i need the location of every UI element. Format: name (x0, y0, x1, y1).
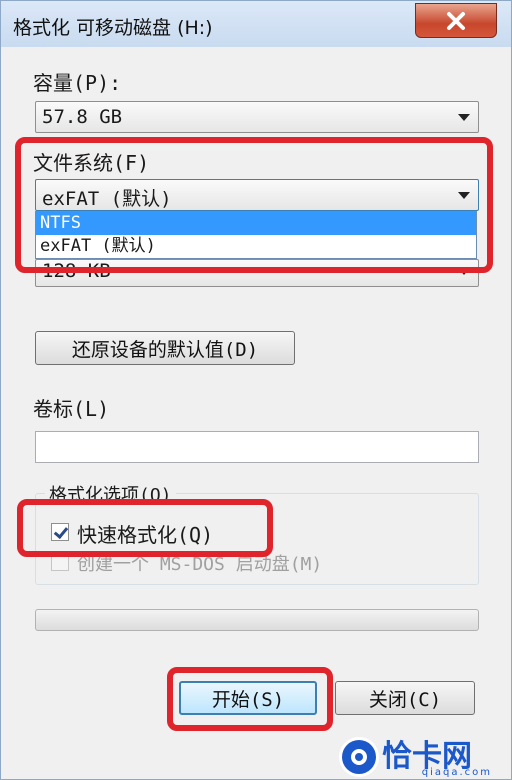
volume-label: 卷标(L) (33, 397, 110, 421)
title-bar: 格式化 可移动磁盘 (H:) (1, 1, 511, 47)
quick-format-highlight-box (17, 499, 273, 557)
chevron-down-icon (458, 114, 470, 121)
close-icon (447, 11, 465, 30)
format-progress-bar (35, 609, 479, 631)
volume-label-input[interactable] (35, 431, 479, 463)
capacity-label: 容量(P): (33, 71, 122, 95)
restore-defaults-button[interactable]: 还原设备的默认值(D) (35, 331, 295, 365)
format-dialog: 格式化 可移动磁盘 (H:) 容量(P): 57.8 GB 文件系统(F) ex… (0, 0, 512, 780)
window-title: 格式化 可移动磁盘 (H:) (13, 17, 213, 39)
watermark-subtext: qiaqa.com (421, 767, 492, 778)
capacity-value: 57.8 GB (42, 106, 123, 128)
filesystem-highlight-box (15, 137, 493, 273)
start-button-highlight-box (167, 667, 333, 731)
close-button[interactable]: 关闭(C) (335, 681, 475, 715)
capacity-select[interactable]: 57.8 GB (35, 101, 479, 133)
watermark-logo-icon (342, 740, 376, 774)
close-window-button[interactable] (415, 3, 497, 38)
